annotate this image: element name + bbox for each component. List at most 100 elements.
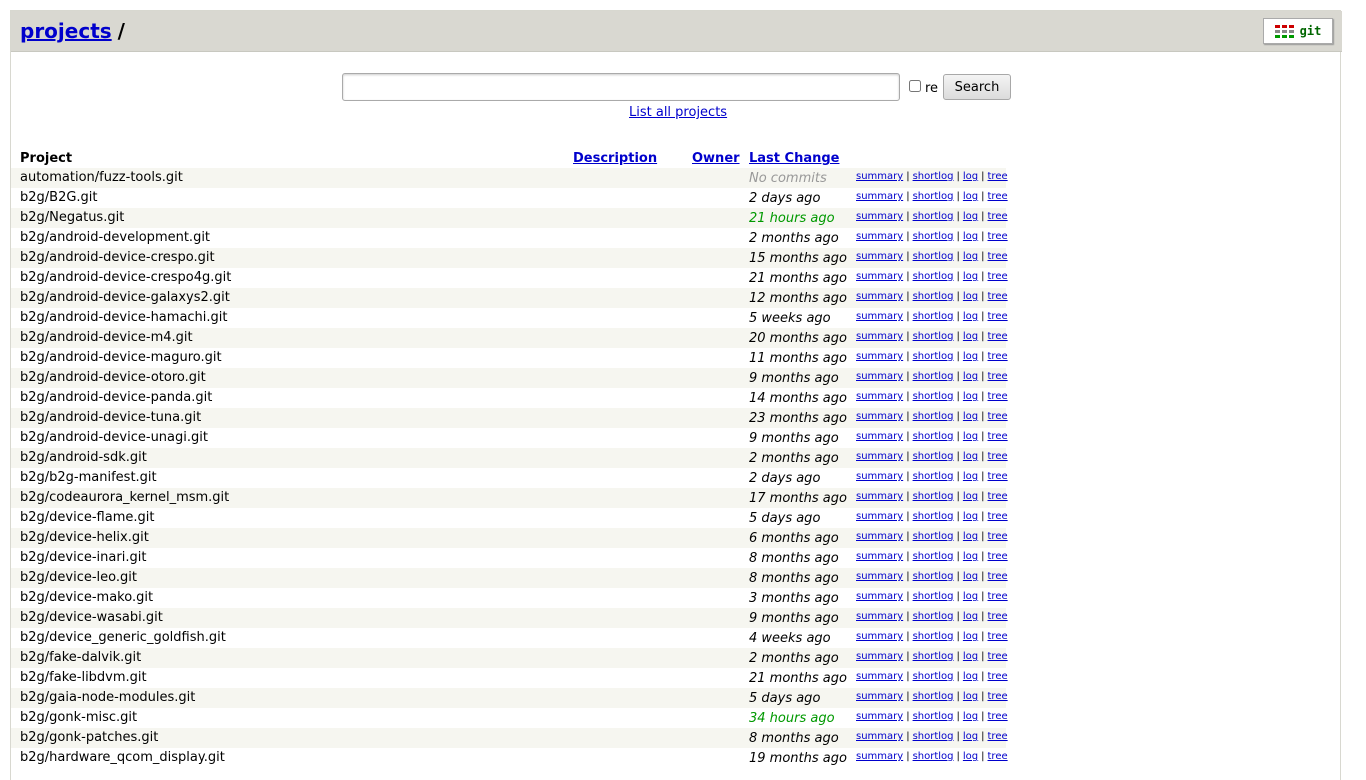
summary-link[interactable]: summary <box>856 211 903 222</box>
log-link[interactable]: log <box>963 631 978 642</box>
project-name-link[interactable]: b2g/fake-dalvik.git <box>20 650 141 666</box>
log-link[interactable]: log <box>963 611 978 622</box>
summary-link[interactable]: summary <box>856 611 903 622</box>
log-link[interactable]: log <box>963 431 978 442</box>
shortlog-link[interactable]: shortlog <box>913 291 954 302</box>
summary-link[interactable]: summary <box>856 331 903 342</box>
summary-link[interactable]: summary <box>856 191 903 202</box>
shortlog-link[interactable]: shortlog <box>913 551 954 562</box>
tree-link[interactable]: tree <box>988 411 1008 422</box>
column-header-description[interactable]: Description <box>573 150 657 168</box>
tree-link[interactable]: tree <box>988 331 1008 342</box>
summary-link[interactable]: summary <box>856 491 903 502</box>
project-name-link[interactable]: b2g/android-device-crespo.git <box>20 250 215 266</box>
shortlog-link[interactable]: shortlog <box>913 711 954 722</box>
tree-link[interactable]: tree <box>988 611 1008 622</box>
shortlog-link[interactable]: shortlog <box>913 571 954 582</box>
summary-link[interactable]: summary <box>856 351 903 362</box>
project-name-link[interactable]: b2g/android-development.git <box>20 230 210 246</box>
summary-link[interactable]: summary <box>856 431 903 442</box>
git-logo[interactable]: git <box>1263 18 1333 44</box>
tree-link[interactable]: tree <box>988 371 1008 382</box>
project-name-link[interactable]: b2g/gaia-node-modules.git <box>20 690 195 706</box>
tree-link[interactable]: tree <box>988 631 1008 642</box>
tree-link[interactable]: tree <box>988 351 1008 362</box>
regex-checkbox[interactable] <box>909 80 921 92</box>
log-link[interactable]: log <box>963 251 978 262</box>
log-link[interactable]: log <box>963 371 978 382</box>
tree-link[interactable]: tree <box>988 431 1008 442</box>
summary-link[interactable]: summary <box>856 631 903 642</box>
shortlog-link[interactable]: shortlog <box>913 591 954 602</box>
shortlog-link[interactable]: shortlog <box>913 451 954 462</box>
project-name-link[interactable]: automation/fuzz-tools.git <box>20 170 183 186</box>
shortlog-link[interactable]: shortlog <box>913 611 954 622</box>
project-name-link[interactable]: b2g/b2g-manifest.git <box>20 470 157 486</box>
project-name-link[interactable]: b2g/device-helix.git <box>20 530 149 546</box>
log-link[interactable]: log <box>963 711 978 722</box>
project-name-link[interactable]: b2g/Negatus.git <box>20 210 124 226</box>
project-name-link[interactable]: b2g/android-sdk.git <box>20 450 147 466</box>
project-name-link[interactable]: b2g/B2G.git <box>20 190 98 206</box>
log-link[interactable]: log <box>963 311 978 322</box>
summary-link[interactable]: summary <box>856 531 903 542</box>
tree-link[interactable]: tree <box>988 231 1008 242</box>
project-name-link[interactable]: b2g/hardware_qcom_display.git <box>20 750 225 766</box>
summary-link[interactable]: summary <box>856 671 903 682</box>
shortlog-link[interactable]: shortlog <box>913 171 954 182</box>
summary-link[interactable]: summary <box>856 371 903 382</box>
project-name-link[interactable]: b2g/device-wasabi.git <box>20 610 163 626</box>
project-name-link[interactable]: b2g/device_generic_goldfish.git <box>20 630 226 646</box>
tree-link[interactable]: tree <box>988 551 1008 562</box>
shortlog-link[interactable]: shortlog <box>913 731 954 742</box>
log-link[interactable]: log <box>963 291 978 302</box>
log-link[interactable]: log <box>963 651 978 662</box>
summary-link[interactable]: summary <box>856 591 903 602</box>
project-name-link[interactable]: b2g/android-device-galaxys2.git <box>20 290 230 306</box>
list-all-projects-link[interactable]: List all projects <box>629 105 727 120</box>
shortlog-link[interactable]: shortlog <box>913 671 954 682</box>
shortlog-link[interactable]: shortlog <box>913 311 954 322</box>
tree-link[interactable]: tree <box>988 751 1008 762</box>
tree-link[interactable]: tree <box>988 511 1008 522</box>
tree-link[interactable]: tree <box>988 571 1008 582</box>
log-link[interactable]: log <box>963 191 978 202</box>
shortlog-link[interactable]: shortlog <box>913 511 954 522</box>
search-input[interactable] <box>342 73 900 101</box>
summary-link[interactable]: summary <box>856 551 903 562</box>
summary-link[interactable]: summary <box>856 451 903 462</box>
column-header-owner[interactable]: Owner <box>692 150 740 168</box>
shortlog-link[interactable]: shortlog <box>913 351 954 362</box>
log-link[interactable]: log <box>963 211 978 222</box>
shortlog-link[interactable]: shortlog <box>913 231 954 242</box>
summary-link[interactable]: summary <box>856 231 903 242</box>
tree-link[interactable]: tree <box>988 711 1008 722</box>
log-link[interactable]: log <box>963 351 978 362</box>
tree-link[interactable]: tree <box>988 691 1008 702</box>
shortlog-link[interactable]: shortlog <box>913 411 954 422</box>
project-name-link[interactable]: b2g/android-device-crespo4g.git <box>20 270 231 286</box>
shortlog-link[interactable]: shortlog <box>913 271 954 282</box>
tree-link[interactable]: tree <box>988 271 1008 282</box>
tree-link[interactable]: tree <box>988 731 1008 742</box>
shortlog-link[interactable]: shortlog <box>913 251 954 262</box>
tree-link[interactable]: tree <box>988 671 1008 682</box>
tree-link[interactable]: tree <box>988 191 1008 202</box>
log-link[interactable]: log <box>963 671 978 682</box>
tree-link[interactable]: tree <box>988 291 1008 302</box>
shortlog-link[interactable]: shortlog <box>913 651 954 662</box>
summary-link[interactable]: summary <box>856 691 903 702</box>
shortlog-link[interactable]: shortlog <box>913 631 954 642</box>
tree-link[interactable]: tree <box>988 471 1008 482</box>
tree-link[interactable]: tree <box>988 171 1008 182</box>
shortlog-link[interactable]: shortlog <box>913 191 954 202</box>
shortlog-link[interactable]: shortlog <box>913 491 954 502</box>
summary-link[interactable]: summary <box>856 271 903 282</box>
summary-link[interactable]: summary <box>856 571 903 582</box>
log-link[interactable]: log <box>963 491 978 502</box>
project-name-link[interactable]: b2g/device-flame.git <box>20 510 154 526</box>
log-link[interactable]: log <box>963 271 978 282</box>
summary-link[interactable]: summary <box>856 291 903 302</box>
log-link[interactable]: log <box>963 471 978 482</box>
summary-link[interactable]: summary <box>856 391 903 402</box>
